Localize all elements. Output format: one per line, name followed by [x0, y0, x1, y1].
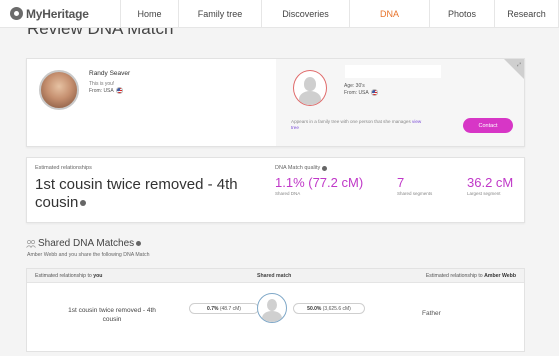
nav-research[interactable]: Research — [494, 0, 559, 28]
user-avatar[interactable] — [39, 70, 79, 110]
left-cm: (48.7 cM) — [219, 305, 241, 312]
top-nav: MyHeritage Home Family tree Discoveries … — [0, 0, 559, 28]
nav-discoveries[interactable]: Discoveries — [261, 0, 349, 28]
col1-bold: you — [93, 273, 103, 279]
usa-flag-icon — [370, 89, 378, 96]
appears-text: Appears in a family tree with one person… — [291, 119, 411, 124]
col-relationship-to-match: Estimated relationship to Amber Webb — [426, 273, 516, 279]
left-pct: 0.7% — [207, 305, 219, 312]
col-relationship-to-you: Estimated relationship to you — [35, 273, 102, 279]
myheritage-logo[interactable]: MyHeritage — [0, 7, 120, 21]
relationship-text: 1st cousin twice removed - 4th cousin — [35, 176, 238, 211]
silhouette-body — [262, 311, 282, 322]
match-avatar[interactable] — [293, 70, 327, 106]
estimates-card: Estimated relationships 1st cousin twice… — [26, 157, 525, 223]
shared-dna-value: 1.1% (77.2 cM) — [275, 175, 364, 190]
relationship-to-you: 1st cousin twice removed - 4th cousin — [68, 307, 156, 323]
col3-bold: Amber Webb — [484, 273, 516, 279]
help-icon[interactable] — [136, 241, 142, 246]
shared-match-name-redacted — [265, 329, 325, 343]
appears-in-tree: Appears in a family tree with one person… — [291, 119, 426, 131]
relationship-label: Estimated relationships — [35, 165, 92, 171]
shared-dna-label: Shared DNA — [275, 191, 301, 196]
female-silhouette-icon — [304, 77, 316, 91]
user-from-label: From: USA — [89, 87, 114, 94]
shared-matches-title: Shared DNA Matches — [38, 238, 142, 249]
table-header: Estimated relationship to you Shared mat… — [27, 269, 524, 283]
quality-label-text: DNA Match quality — [275, 165, 321, 171]
corner-fold[interactable] — [504, 59, 524, 79]
contact-button[interactable]: Contact — [463, 118, 513, 133]
shared-matches-title-text: Shared DNA Matches — [38, 238, 135, 249]
match-name-redacted — [345, 65, 441, 78]
user-name[interactable]: Randy Seaver — [89, 70, 130, 77]
expand-icon[interactable]: ⤢ — [517, 62, 521, 68]
shared-with-you-pill: 0.7% (48.7 cM) — [189, 303, 259, 314]
nav-home[interactable]: Home — [120, 0, 178, 28]
user-from: From: USA — [89, 87, 123, 94]
largest-segment-label: Largest segment — [467, 191, 501, 196]
match-from-label: From: USA — [344, 89, 369, 96]
largest-segment-value: 36.2 cM — [467, 175, 514, 190]
nav-family-tree[interactable]: Family tree — [178, 0, 261, 28]
quality-label: DNA Match quality — [275, 165, 328, 171]
relationship-to-match: Father — [422, 310, 441, 317]
usa-flag-icon — [115, 87, 123, 94]
match-from: From: USA — [344, 89, 378, 96]
shared-matches-table: Estimated relationship to you Shared mat… — [26, 268, 525, 352]
logo-icon — [10, 7, 23, 20]
match-card: Randy Seaver This is you! From: USA Age:… — [26, 58, 525, 147]
right-cm: (3,625.6 cM) — [322, 305, 351, 312]
nav-photos[interactable]: Photos — [429, 0, 494, 28]
col1-prefix: Estimated relationship to — [35, 273, 94, 279]
col3-prefix: Estimated relationship to — [425, 273, 485, 279]
relationship-value: 1st cousin twice removed - 4th cousin — [35, 176, 265, 212]
silhouette-body — [299, 91, 321, 105]
shared-with-match-pill: 50.0% (3,625.6 cM) — [293, 303, 365, 314]
shared-matches-subtitle: Amber Webb and you share the following D… — [27, 252, 150, 258]
right-pct: 50.0% — [307, 305, 322, 312]
logo-text: MyHeritage — [26, 6, 89, 21]
male-silhouette-icon — [267, 299, 277, 311]
shared-match-avatar[interactable] — [257, 293, 287, 323]
nav-dna[interactable]: DNA — [349, 0, 429, 28]
shared-segments-label: Shared segments — [397, 191, 433, 196]
col-shared-match: Shared match — [257, 273, 292, 279]
shared-segments-value: 7 — [397, 175, 405, 190]
people-icon — [26, 240, 36, 248]
help-icon[interactable] — [322, 165, 328, 171]
info-icon[interactable] — [80, 200, 87, 207]
